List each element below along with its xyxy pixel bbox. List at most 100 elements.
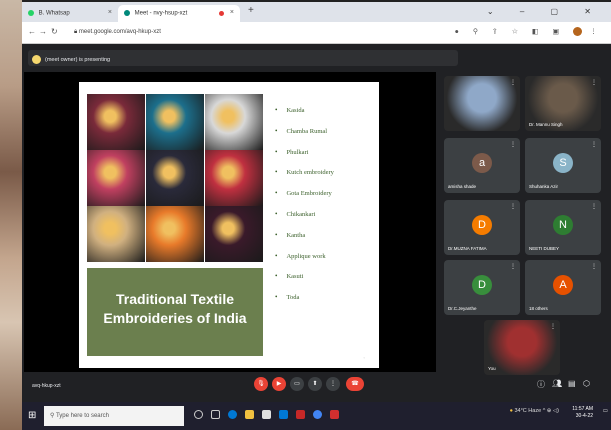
presenter-avatar: [32, 55, 41, 64]
tab-whatsapp[interactable]: B. Whatsap ×: [22, 5, 118, 22]
chat-icon[interactable]: ▤: [568, 379, 576, 388]
participant-tile[interactable]: S ⋮ Shuhanka Azir: [525, 138, 601, 193]
activities-icon[interactable]: ⬡: [583, 379, 590, 388]
embroidery-photo: [87, 94, 145, 150]
tab-title: B. Whatsap: [38, 10, 70, 17]
file-explorer-icon[interactable]: [245, 410, 254, 419]
participant-name: NEETI DUBEY: [529, 246, 560, 251]
participant-name: 18 others: [529, 306, 548, 311]
taskbar-search[interactable]: ⚲ Type here to search: [44, 406, 184, 426]
slide-number: ▫: [363, 355, 365, 360]
embroidery-photo: [205, 150, 263, 206]
close-icon[interactable]: ×: [108, 9, 112, 16]
slide-title-line2: Embroideries of India: [103, 310, 247, 326]
back-icon[interactable]: ←: [28, 27, 36, 36]
embroidery-list-item: Kantha: [275, 231, 334, 252]
captions-button[interactable]: ▭: [290, 377, 304, 391]
participant-tile[interactable]: D ⋮ Dr.MUZNA FATIMA: [444, 200, 520, 255]
reload-icon[interactable]: ↻: [51, 27, 58, 36]
more-options-icon[interactable]: ⋮: [591, 79, 597, 86]
embroidery-photo: [87, 150, 145, 206]
more-options-icon[interactable]: ⋮: [591, 203, 597, 210]
store-icon[interactable]: [262, 410, 271, 419]
more-options-button[interactable]: ⋮: [326, 377, 340, 391]
mail-icon[interactable]: [279, 410, 288, 419]
meet-window: (meet owner) is presenting Traditional T…: [22, 44, 611, 402]
more-options-icon[interactable]: ⋮: [510, 263, 516, 270]
office-icon[interactable]: [296, 410, 305, 419]
presenting-text: (meet owner) is presenting: [45, 56, 111, 63]
camera-off-button[interactable]: ▶: [272, 377, 286, 391]
participant-avatar: S: [553, 152, 573, 173]
recording-icon: [219, 11, 224, 16]
chrome-icon[interactable]: [313, 410, 322, 419]
participant-tile[interactable]: ⋮ You: [484, 320, 560, 375]
participant-name: You: [488, 366, 496, 371]
whatsapp-icon: [28, 10, 34, 16]
more-options-icon[interactable]: ⋮: [591, 141, 597, 148]
participant-avatar: N: [553, 214, 573, 235]
embroidery-list-item: Kasuti: [275, 272, 334, 293]
embroidery-list: KasidaChamba RumalPhulkariKutch embroide…: [275, 106, 334, 314]
embroidery-list-item: Kutch embroidery: [275, 168, 333, 189]
slide-title: Traditional Textile Embroideries of Indi…: [87, 268, 263, 356]
participant-tile[interactable]: N ⋮ NEETI DUBEY: [525, 200, 601, 255]
more-options-icon[interactable]: ⋮: [550, 323, 556, 330]
url-field[interactable]: 🔒︎ meet.google.com/avq-hkup-xzt: [68, 26, 498, 40]
cortana-icon[interactable]: [194, 410, 203, 419]
info-icon[interactable]: ⓘ: [537, 379, 545, 390]
forward-icon[interactable]: →: [39, 27, 47, 36]
embroidery-photo: [205, 206, 263, 262]
embroidery-photo: [146, 206, 204, 262]
participant-tile[interactable]: ⋮: [444, 76, 520, 131]
tab-title: Meet - nvy-hsup-xzt: [134, 10, 188, 17]
presenting-indicator: (meet owner) is presenting: [32, 55, 110, 69]
edge-icon[interactable]: [228, 410, 237, 419]
browser-toolbar-icons[interactable]: ● ⚲ ⇪ ☆ ◧ ▣ ⋮: [455, 27, 603, 36]
clock[interactable]: 11:57 AM 30-4-22: [572, 406, 593, 420]
search-placeholder: Type here to search: [55, 413, 109, 419]
participant-name: amisha shade: [448, 184, 477, 189]
participant-avatar: a: [472, 152, 492, 173]
tab-meet[interactable]: Meet - nvy-hsup-xzt ×: [118, 5, 240, 22]
more-options-icon[interactable]: ⋮: [510, 203, 516, 210]
weather-text: 34°C Haze: [514, 408, 542, 414]
notifications-icon[interactable]: ▭: [603, 408, 608, 414]
start-icon[interactable]: ⊞: [28, 410, 36, 421]
participant-avatar: D: [472, 214, 492, 235]
more-options-icon[interactable]: ⋮: [510, 141, 516, 148]
participant-name: Dr. Mannu Singh: [529, 122, 563, 127]
embroidery-list-item: Chikankari: [275, 210, 334, 231]
meeting-code: avq-hkup-xzt: [32, 383, 61, 389]
screen-share-view: Traditional Textile Embroideries of Indi…: [24, 72, 436, 372]
participant-name: Dr.MUZNA FATIMA: [448, 246, 487, 251]
more-options-icon[interactable]: ⋮: [510, 79, 516, 86]
slide-title-line1: Traditional Textile: [116, 291, 234, 307]
embroidery-photo: [205, 94, 263, 150]
participant-avatar: A: [553, 274, 573, 295]
embroidery-list-item: Toda: [275, 293, 334, 314]
participant-tile[interactable]: A ⋮ 18 others: [525, 260, 601, 315]
participant-tile[interactable]: a ⋮ amisha shade: [444, 138, 520, 193]
embroidery-photo: [87, 206, 145, 262]
window-controls[interactable]: ⌄ – ▢ ✕: [487, 7, 603, 16]
embroidery-photo: [146, 94, 204, 150]
embroidery-collage: [87, 94, 263, 262]
leave-call-button[interactable]: ☎: [346, 377, 364, 391]
people-icon[interactable]: 👥︎: [552, 379, 562, 388]
participant-tile[interactable]: ⋮ Dr. Mannu Singh: [525, 76, 601, 131]
more-options-icon[interactable]: ⋮: [591, 263, 597, 270]
url-text: meet.google.com/avq-hkup-xzt: [78, 29, 161, 35]
profile-avatar[interactable]: [573, 27, 583, 36]
clock-time: 11:57 AM: [572, 406, 593, 412]
mic-off-button[interactable]: 🎙︎: [254, 377, 268, 391]
embroidery-list-item: Gota Embroidery: [275, 189, 334, 210]
windows-taskbar: ⊞ ⚲ Type here to search ● 34°C Haze ^ ⊕ …: [22, 402, 611, 430]
present-button[interactable]: ⬆: [308, 377, 322, 391]
new-tab-button[interactable]: +: [248, 5, 254, 16]
powerpoint-icon[interactable]: [330, 410, 339, 419]
task-view-icon[interactable]: [211, 410, 220, 419]
close-icon[interactable]: ×: [230, 9, 234, 16]
participant-tile[interactable]: D ⋮ Dr.C.Jeyanthe: [444, 260, 520, 315]
system-tray[interactable]: ● 34°C Haze ^ ⊕ ◁): [510, 408, 559, 414]
